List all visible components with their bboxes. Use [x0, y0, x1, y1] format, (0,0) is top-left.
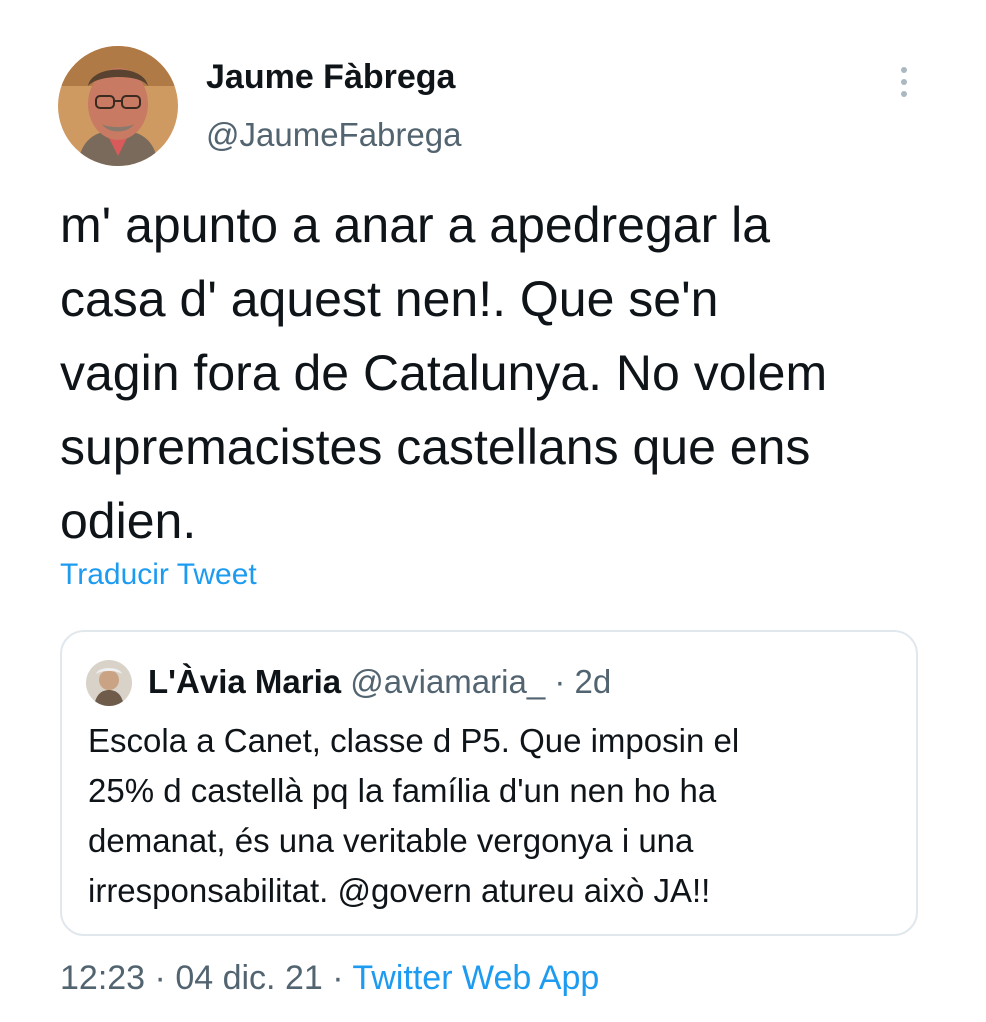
author-name[interactable]: Jaume Fàbrega: [206, 58, 455, 97]
tweet-text: m' apunto a anar a apedregar la casa d' …: [60, 197, 828, 549]
author-avatar[interactable]: [58, 46, 178, 166]
separator-dot: ·: [554, 663, 566, 700]
tweet-source-link[interactable]: Twitter Web App: [352, 959, 599, 997]
quoted-tweet-time[interactable]: 2d: [575, 663, 612, 700]
author-handle[interactable]: @JaumeFabrega: [206, 116, 461, 154]
separator-dot: ·: [332, 959, 344, 997]
dot: [901, 67, 907, 73]
quoted-tweet-header: L'Àvia Maria @aviamaria_ · 2d: [148, 662, 611, 702]
more-options-icon[interactable]: [884, 60, 924, 104]
tweet-time[interactable]: 12:23: [60, 959, 145, 997]
quoted-tweet-card[interactable]: L'Àvia Maria @aviamaria_ · 2d Escola a C…: [60, 630, 918, 936]
tweet-metadata: 12:23 · 04 dic. 21 · Twitter Web App: [60, 956, 599, 1000]
quoted-profile-photo: [86, 660, 132, 706]
profile-photo: [58, 46, 178, 166]
dot: [901, 91, 907, 97]
separator-dot: ·: [154, 959, 166, 997]
dot: [901, 79, 907, 85]
translate-tweet-link[interactable]: Traducir Tweet: [60, 558, 257, 592]
quoted-author-avatar[interactable]: [86, 660, 132, 706]
quoted-tweet-text: Escola a Canet, classe d P5. Que imposin…: [88, 722, 740, 909]
quoted-author-handle[interactable]: @aviamaria_: [350, 663, 545, 700]
tweet-date[interactable]: 04 dic. 21: [175, 959, 322, 997]
quoted-author-name[interactable]: L'Àvia Maria: [148, 663, 341, 700]
